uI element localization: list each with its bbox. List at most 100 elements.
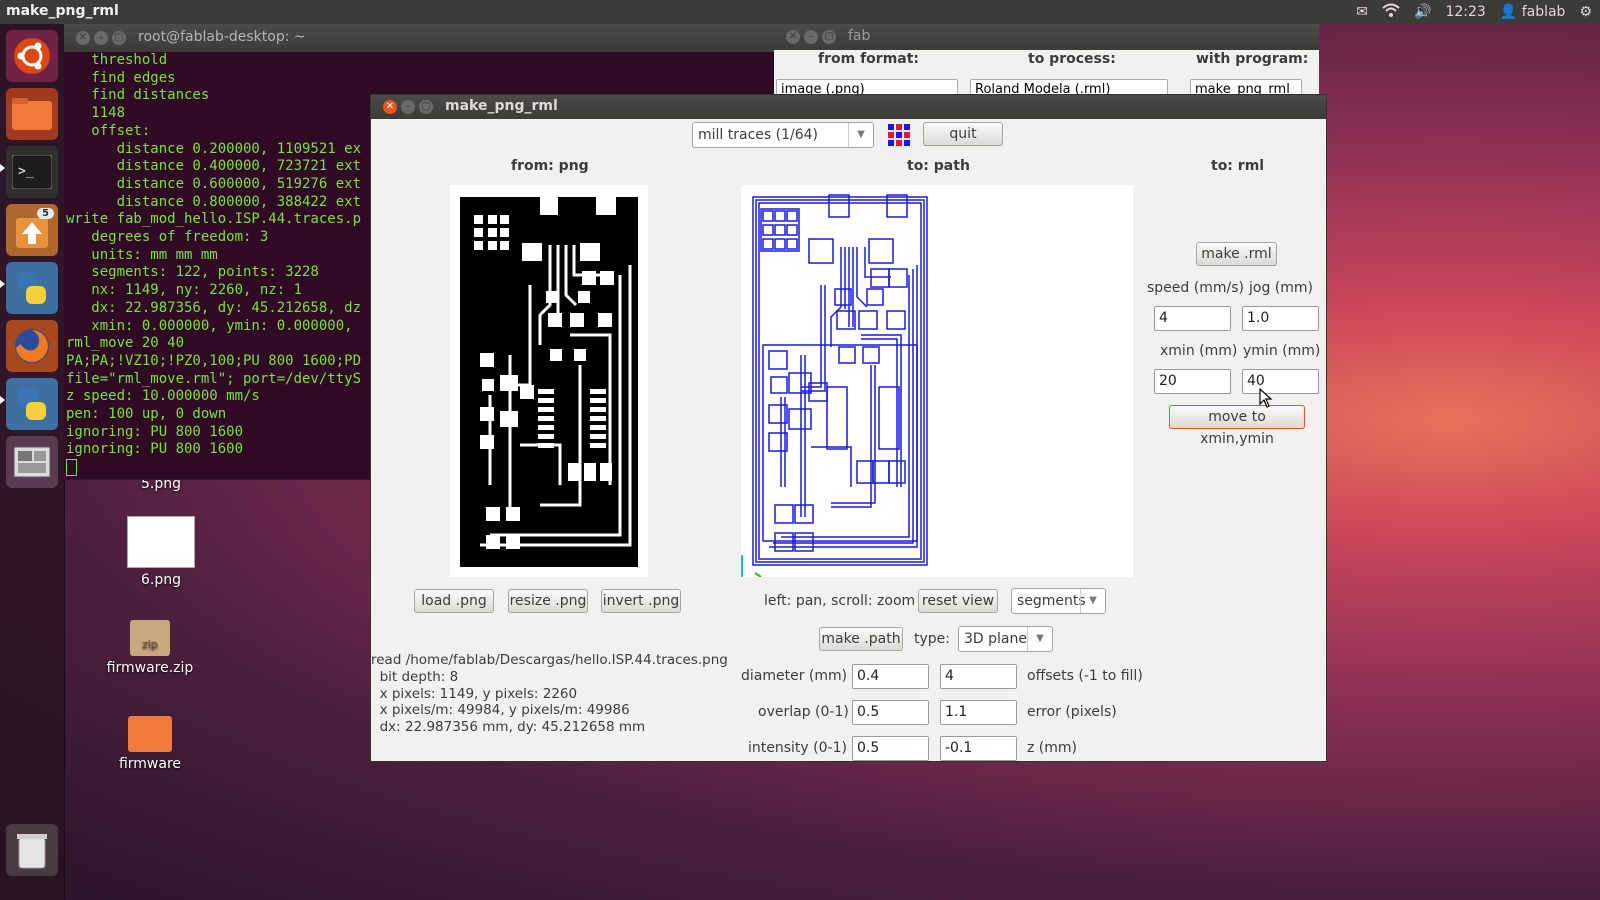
app-grid-icon[interactable] xyxy=(886,122,912,148)
user-name: fablab xyxy=(1521,4,1566,20)
terminal-line: segments: 122, points: 3228 xyxy=(91,264,319,281)
ymin-input[interactable]: 40 xyxy=(1242,369,1319,394)
main-title: make_png_rml xyxy=(445,98,558,114)
quit-button[interactable]: quit xyxy=(923,122,1003,146)
pan-zoom-hint: left: pan, scroll: zoom xyxy=(764,593,916,609)
terminal-line: degrees of freedom: 3 xyxy=(91,229,269,246)
intensity-input[interactable]: 0.5 xyxy=(852,736,929,761)
to-path-header: to: path xyxy=(907,158,970,174)
terminal-line: ignoring: PU 800 1600 xyxy=(66,441,244,458)
mail-icon[interactable]: ✉ xyxy=(1356,4,1368,20)
fab-titlebar[interactable]: ✕ – ▢ fab xyxy=(774,24,1319,50)
close-icon[interactable]: ✕ xyxy=(786,30,800,44)
path-preview-canvas[interactable] xyxy=(741,185,1133,578)
info-line: dx: 22.987356 mm, dy: 45.212658 mm xyxy=(371,719,646,736)
terminal-icon[interactable]: >_ xyxy=(6,146,58,198)
mode-select-value: mill traces (1/64) xyxy=(698,127,818,143)
desktop-icon-label: firmware.zip xyxy=(106,660,194,676)
xmin-input[interactable]: 20 xyxy=(1154,369,1231,394)
error-input[interactable]: 1.1 xyxy=(940,700,1017,725)
jog-label: jog (mm) xyxy=(1249,280,1313,296)
fab-window[interactable]: ✕ – ▢ fab from format: to process: with … xyxy=(774,24,1319,97)
launcher: >_ 5 xyxy=(0,24,65,900)
minimize-icon[interactable]: – xyxy=(401,100,415,114)
maximize-icon[interactable]: ▢ xyxy=(112,31,126,45)
view-select[interactable]: segments ▼ xyxy=(1011,588,1106,614)
info-line: x pixels/m: 49984, y pixels/m: 49986 xyxy=(371,702,630,719)
z-label: z (mm) xyxy=(1027,740,1077,756)
close-icon[interactable]: ✕ xyxy=(383,100,397,114)
python-icon[interactable] xyxy=(6,378,58,430)
updates-icon[interactable]: 5 xyxy=(6,204,58,256)
terminal-line: dx: 22.987356, dy: 45.212658, dz xyxy=(91,299,362,316)
terminal-line: distance 0.600000, 519276 ext xyxy=(116,175,362,192)
terminal-line: find distances xyxy=(91,87,210,104)
type-select-value: 3D plane xyxy=(964,631,1027,647)
terminal-line: distance 0.400000, 723721 ext xyxy=(116,158,362,175)
terminal-titlebar[interactable]: ✕ – ▢ root@fablab-desktop: ~ xyxy=(64,24,794,52)
reset-view-button[interactable]: reset view xyxy=(918,589,998,613)
make-path-button[interactable]: make .path xyxy=(819,627,903,651)
ubuntu-home-icon[interactable] xyxy=(6,30,58,82)
wifi-icon[interactable] xyxy=(1382,3,1400,21)
minimize-icon[interactable]: – xyxy=(94,31,108,45)
mode-select[interactable]: mill traces (1/64) ▼ xyxy=(692,122,874,148)
z-input[interactable]: -0.1 xyxy=(940,736,1017,761)
update-count-badge: 5 xyxy=(37,208,54,219)
to-rml-header: to: rml xyxy=(1211,158,1265,174)
maximize-icon[interactable]: ▢ xyxy=(822,30,836,44)
info-line: bit depth: 8 xyxy=(371,668,459,685)
python-icon[interactable] xyxy=(6,262,58,314)
top-panel: make_png_rml ✉ 🔊 12:23 👤 fablab ⚙ xyxy=(0,0,1600,24)
type-label: type: xyxy=(914,631,950,647)
desktop-icon-firmware-folder[interactable]: firmware xyxy=(100,716,200,772)
info-line: x pixels: 1149, y pixels: 2260 xyxy=(371,685,578,702)
resize-png-button[interactable]: resize .png xyxy=(508,589,588,613)
from-format-label: from format: xyxy=(818,51,920,67)
desktop-icon-6png[interactable]: 6.png xyxy=(111,516,211,588)
gear-icon[interactable]: ⚙ xyxy=(1579,4,1592,20)
make-png-rml-window[interactable]: ✕ – ▢ make_png_rml mill traces (1/64) ▼ … xyxy=(370,94,1327,762)
workspaces-icon[interactable] xyxy=(6,436,58,488)
terminal-line: distance 0.800000, 388422 ext xyxy=(116,193,362,210)
overlap-input[interactable]: 0.5 xyxy=(852,700,929,725)
trash-icon[interactable] xyxy=(6,824,58,876)
firefox-icon[interactable] xyxy=(6,320,58,372)
running-indicator xyxy=(0,396,5,404)
maximize-icon[interactable]: ▢ xyxy=(419,100,433,114)
desktop-icon-label: firmware xyxy=(118,756,182,772)
close-icon[interactable]: ✕ xyxy=(76,31,90,45)
load-png-button[interactable]: load .png xyxy=(414,589,494,613)
mouse-cursor-icon xyxy=(1259,387,1273,412)
desktop-icon-firmware-zip[interactable]: zip firmware.zip xyxy=(100,620,200,676)
with-program-label: with program: xyxy=(1196,51,1309,67)
terminal-line: distance 0.200000, 1109521 ex xyxy=(116,140,362,157)
user-menu[interactable]: 👤 fablab xyxy=(1500,4,1566,20)
chevron-down-icon: ▼ xyxy=(1027,627,1052,651)
invert-png-button[interactable]: invert .png xyxy=(601,589,681,613)
to-process-label: to process: xyxy=(1028,51,1116,67)
speed-input[interactable]: 4 xyxy=(1154,306,1231,331)
terminal-line: 1148 xyxy=(91,105,126,122)
png-preview-canvas[interactable] xyxy=(450,185,648,577)
minimize-icon[interactable]: – xyxy=(804,30,818,44)
make-rml-button[interactable]: make .rml xyxy=(1196,242,1277,266)
running-indicator xyxy=(0,280,5,288)
files-icon[interactable] xyxy=(6,88,58,140)
move-to-xmin-ymin-button[interactable]: move to xmin,ymin xyxy=(1169,405,1305,447)
terminal-line: units: mm mm mm xyxy=(91,246,218,263)
terminal-output[interactable]: threshold find edges find distances 1148… xyxy=(66,52,361,477)
main-titlebar[interactable]: ✕ – ▢ make_png_rml xyxy=(371,95,1326,119)
volume-icon[interactable]: 🔊 xyxy=(1414,4,1431,20)
offsets-input[interactable]: 4 xyxy=(940,664,1017,689)
clock[interactable]: 12:23 xyxy=(1445,4,1485,20)
fab-title: fab xyxy=(848,28,871,44)
diameter-label: diameter (mm) xyxy=(741,668,848,684)
chevron-down-icon: ▼ xyxy=(1080,589,1105,613)
jog-input[interactable]: 1.0 xyxy=(1242,306,1319,331)
ymin-label: ymin (mm) xyxy=(1243,343,1321,359)
diameter-input[interactable]: 0.4 xyxy=(852,664,929,689)
from-png-header: from: png xyxy=(511,158,589,174)
type-select[interactable]: 3D plane ▼ xyxy=(958,626,1053,652)
terminal-line: threshold xyxy=(91,52,168,68)
